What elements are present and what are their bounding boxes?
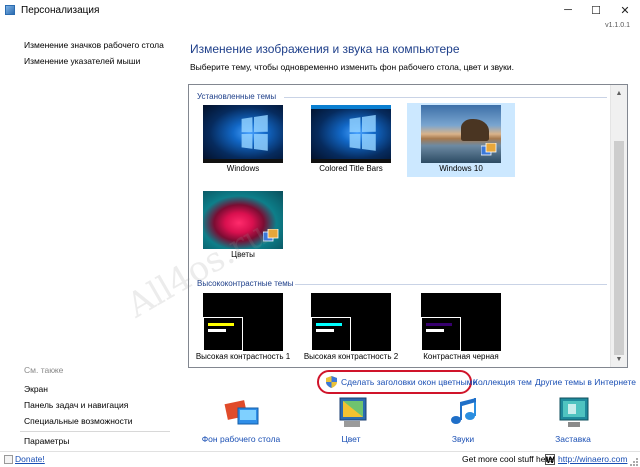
accessibility-link[interactable]: Специальные возможности — [24, 416, 133, 426]
personalization-app-icon — [5, 5, 15, 15]
see-also-title: См. также — [24, 365, 64, 375]
close-button[interactable]: ✕ — [610, 0, 640, 20]
screensaver-button[interactable]: Заставка — [528, 396, 618, 446]
theme-tile-colored-title-bars[interactable]: Colored Title Bars — [297, 103, 405, 177]
high-contrast-black-thumbnail — [421, 293, 501, 351]
colored-title-bars-thumbnail — [311, 105, 391, 163]
theme-label: Контрастная черная — [423, 352, 499, 361]
bottom-label: Фон рабочего стола — [201, 434, 281, 444]
donate-icon — [4, 455, 13, 464]
settings-link[interactable]: Параметры — [24, 436, 69, 446]
theme-tile-windows[interactable]: Windows — [189, 103, 297, 177]
theme-list-scrollbar[interactable]: ▲ ▼ — [610, 85, 627, 367]
display-link[interactable]: Экран — [24, 384, 48, 394]
color-icon — [339, 397, 367, 427]
colored-titlebars-highlight: Сделать заголовки окон цветными — [317, 370, 477, 394]
title-bar: Персонализация — [0, 0, 640, 20]
theme-label: Высокая контрастность 2 — [303, 352, 399, 361]
bottom-label: Заставка — [555, 434, 591, 444]
taskbar-navigation-link[interactable]: Панель задач и навигация — [24, 400, 128, 410]
minimize-button[interactable]: ─ — [553, 0, 583, 20]
sounds-button[interactable]: Звуки — [418, 396, 508, 446]
change-desktop-icons-link[interactable]: Изменение значков рабочего стола — [24, 40, 164, 50]
theme-pack-icon — [481, 143, 497, 156]
scroll-down-icon[interactable]: ▼ — [611, 351, 627, 367]
windows-theme-thumbnail — [203, 105, 283, 163]
scroll-up-icon[interactable]: ▲ — [611, 85, 627, 101]
theme-tile-windows-10[interactable]: Windows 10 — [407, 103, 515, 177]
colored-titlebars-link[interactable]: Сделать заголовки окон цветными — [341, 377, 477, 387]
group-divider — [295, 284, 607, 285]
theme-label: Высокая контрастность 1 — [195, 352, 291, 361]
sounds-icon — [451, 398, 476, 424]
page-title: Изменение изображения и звука на компьют… — [190, 42, 460, 56]
theme-tile-high-contrast-1[interactable]: Высокая контрастность 1 — [189, 291, 297, 365]
bottom-label: Звуки — [451, 434, 475, 444]
cool-stuff-text: Get more cool stuff here: — [462, 454, 556, 464]
donate-link[interactable]: Donate! — [15, 454, 45, 464]
screensaver-icon — [559, 397, 589, 427]
shield-icon — [326, 376, 337, 388]
installed-themes-title: Установленные темы — [197, 92, 277, 101]
high-contrast-2-thumbnail — [311, 293, 391, 351]
windows-10-theme-thumbnail — [421, 105, 501, 163]
winaero-link[interactable]: http://winaero.com — [558, 454, 627, 464]
version-label: v1.1.0.1 — [605, 22, 630, 29]
change-mouse-pointers-link[interactable]: Изменение указателей мыши — [24, 56, 140, 66]
theme-label: Colored Title Bars — [319, 164, 383, 173]
desktop-background-icon — [224, 400, 259, 425]
sidebar-divider — [20, 431, 170, 432]
theme-collection-link[interactable]: Коллекция тем — [473, 377, 532, 387]
desktop-background-button[interactable]: Фон рабочего стола — [196, 396, 286, 446]
maximize-button[interactable]: ☐ — [581, 0, 611, 20]
bottom-label: Цвет — [341, 434, 361, 444]
group-divider — [284, 97, 607, 98]
theme-tile-high-contrast-black[interactable]: Контрастная черная — [407, 291, 515, 365]
theme-label: Windows 10 — [439, 164, 483, 173]
theme-label: Windows — [226, 164, 260, 173]
windows-logo-icon — [349, 114, 378, 154]
resize-grip-icon[interactable] — [630, 458, 638, 466]
online-themes-link[interactable]: Другие темы в Интернете — [535, 377, 636, 387]
scroll-thumb[interactable] — [614, 141, 624, 355]
theme-tile-high-contrast-2[interactable]: Высокая контрастность 2 — [297, 291, 405, 365]
winaero-logo-icon: W — [545, 454, 555, 465]
windows-logo-icon — [241, 114, 270, 154]
color-button[interactable]: Цвет — [306, 396, 396, 446]
status-bar: Donate! Get more cool stuff here: W http… — [0, 451, 640, 467]
high-contrast-1-thumbnail — [203, 293, 283, 351]
page-description: Выберите тему, чтобы одновременно измени… — [190, 62, 515, 72]
window-title: Персонализация — [21, 4, 100, 16]
